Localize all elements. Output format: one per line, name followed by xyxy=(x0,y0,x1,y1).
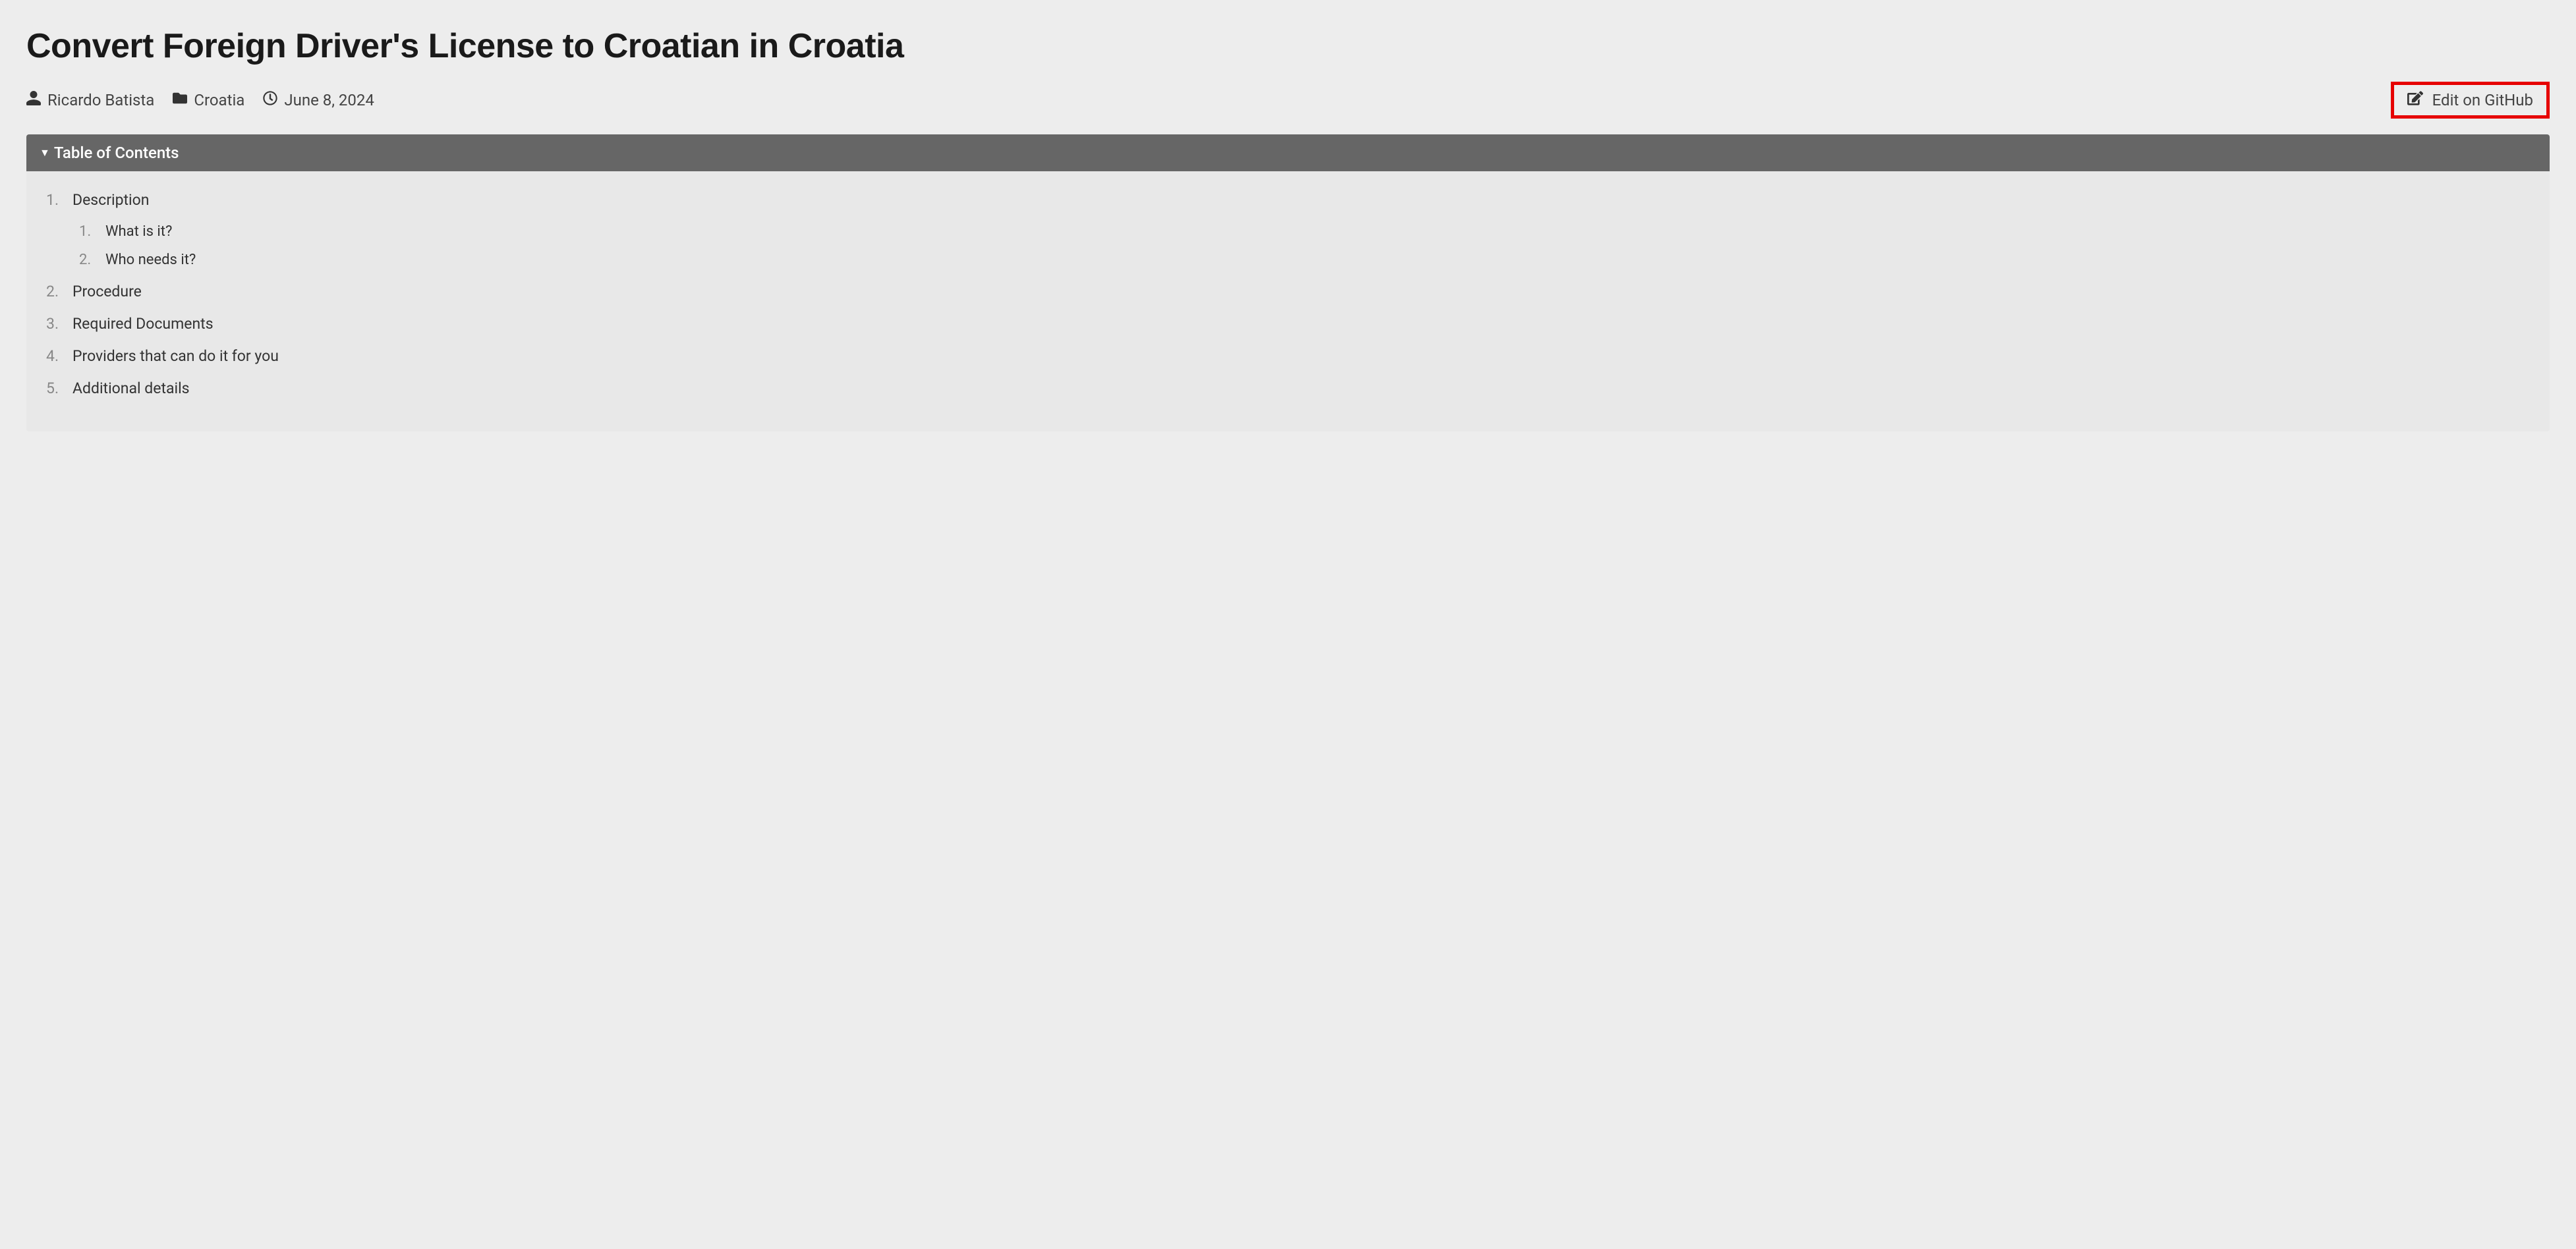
toc-item: Providers that can do it for you xyxy=(46,347,2530,365)
toc-link-what-is-it[interactable]: What is it? xyxy=(105,223,172,240)
triangle-down-icon: ▼ xyxy=(40,146,50,159)
user-icon xyxy=(26,91,41,109)
clock-icon xyxy=(263,91,277,109)
meta-category[interactable]: Croatia xyxy=(173,91,244,109)
meta-author[interactable]: Ricardo Batista xyxy=(26,91,154,109)
toc-sublist: What is it? Who needs it? xyxy=(79,223,2530,268)
toc-header[interactable]: ▼ Table of Contents xyxy=(26,134,2550,171)
date-label: June 8, 2024 xyxy=(284,91,374,109)
toc-title: Table of Contents xyxy=(54,144,179,162)
toc-link-procedure[interactable]: Procedure xyxy=(72,283,142,300)
folder-icon xyxy=(173,91,187,109)
meta-row: Ricardo Batista Croatia June 8, 2024 Edi… xyxy=(26,82,2550,119)
page-title: Convert Foreign Driver's License to Croa… xyxy=(26,26,2550,66)
toc-item: Additional details xyxy=(46,379,2530,397)
meta-date: June 8, 2024 xyxy=(263,91,374,109)
meta-left: Ricardo Batista Croatia June 8, 2024 xyxy=(26,91,374,109)
toc-link-providers[interactable]: Providers that can do it for you xyxy=(72,347,279,365)
edit-label: Edit on GitHub xyxy=(2432,91,2533,109)
author-label: Ricardo Batista xyxy=(47,91,154,109)
toc-item: Description What is it? Who needs it? xyxy=(46,191,2530,268)
toc-link-description[interactable]: Description xyxy=(72,191,149,209)
toc-item: Procedure xyxy=(46,283,2530,300)
toc-link-required-documents[interactable]: Required Documents xyxy=(72,315,214,333)
toc-link-additional-details[interactable]: Additional details xyxy=(72,379,190,397)
toc-subitem: Who needs it? xyxy=(79,252,2530,268)
edit-icon xyxy=(2407,90,2423,110)
toc-link-who-needs-it[interactable]: Who needs it? xyxy=(105,252,196,268)
toc-body: Description What is it? Who needs it? Pr… xyxy=(26,171,2550,431)
category-label: Croatia xyxy=(194,91,244,109)
toc-container: ▼ Table of Contents Description What is … xyxy=(26,134,2550,431)
toc-item: Required Documents xyxy=(46,315,2530,333)
toc-list: Description What is it? Who needs it? Pr… xyxy=(46,191,2530,397)
toc-subitem: What is it? xyxy=(79,223,2530,240)
edit-on-github-link[interactable]: Edit on GitHub xyxy=(2391,82,2550,119)
